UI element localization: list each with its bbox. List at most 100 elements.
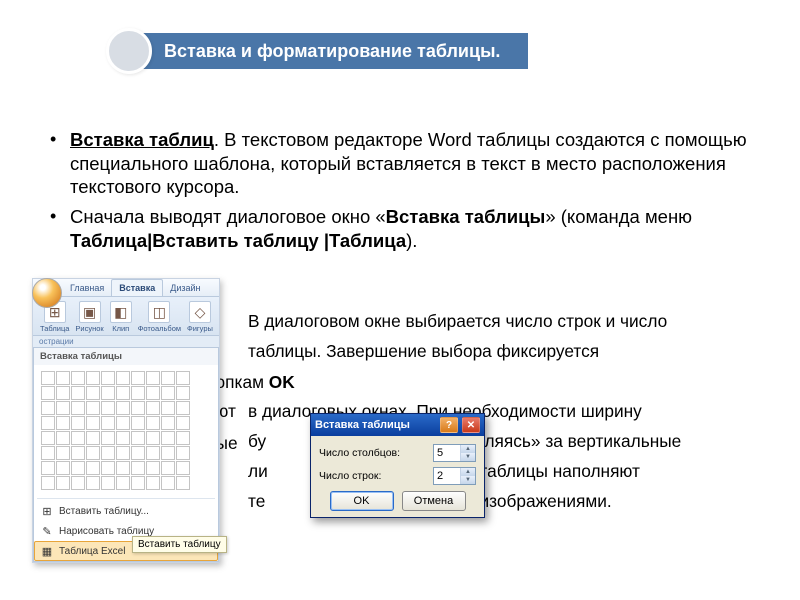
grid-cell[interactable] (56, 371, 70, 385)
grid-cell[interactable] (86, 446, 100, 460)
grid-cell[interactable] (86, 476, 100, 490)
grid-cell[interactable] (131, 371, 145, 385)
grid-cell[interactable] (176, 431, 190, 445)
grid-cell[interactable] (146, 431, 160, 445)
grid-cell[interactable] (41, 431, 55, 445)
grid-cell[interactable] (71, 476, 85, 490)
rows-input[interactable] (434, 468, 460, 484)
table-size-grid[interactable] (34, 365, 218, 496)
grid-cell[interactable] (86, 371, 100, 385)
grid-cell[interactable] (176, 461, 190, 475)
grid-cell[interactable] (131, 461, 145, 475)
office-button[interactable] (32, 278, 62, 308)
grid-cell[interactable] (146, 461, 160, 475)
grid-cell[interactable] (116, 386, 130, 400)
grid-cell[interactable] (131, 476, 145, 490)
grid-cell[interactable] (41, 446, 55, 460)
grid-cell[interactable] (176, 386, 190, 400)
cancel-button[interactable]: Отмена (402, 491, 466, 511)
grid-cell[interactable] (116, 371, 130, 385)
grid-cell[interactable] (71, 416, 85, 430)
grid-cell[interactable] (56, 401, 70, 415)
grid-cell[interactable] (86, 461, 100, 475)
grid-cell[interactable] (41, 461, 55, 475)
rows-down[interactable]: ▼ (461, 476, 475, 484)
grid-cell[interactable] (71, 446, 85, 460)
grid-cell[interactable] (161, 431, 175, 445)
grid-cell[interactable] (161, 446, 175, 460)
cols-input[interactable] (434, 445, 460, 461)
grid-cell[interactable] (101, 461, 115, 475)
grid-cell[interactable] (176, 371, 190, 385)
grid-cell[interactable] (116, 476, 130, 490)
grid-cell[interactable] (176, 416, 190, 430)
grid-cell[interactable] (86, 416, 100, 430)
grid-cell[interactable] (41, 476, 55, 490)
grid-cell[interactable] (41, 386, 55, 400)
grid-cell[interactable] (131, 446, 145, 460)
ok-button[interactable]: OK (330, 491, 394, 511)
tab-home[interactable]: Главная (63, 280, 111, 296)
close-button[interactable]: ✕ (462, 417, 480, 433)
grid-cell[interactable] (176, 446, 190, 460)
menu-insert-table[interactable]: ⊞ Вставить таблицу... (34, 501, 218, 521)
grid-cell[interactable] (71, 431, 85, 445)
grid-cell[interactable] (161, 401, 175, 415)
grid-cell[interactable] (116, 416, 130, 430)
grid-cell[interactable] (161, 386, 175, 400)
grid-cell[interactable] (101, 431, 115, 445)
grid-cell[interactable] (146, 386, 160, 400)
grid-cell[interactable] (56, 476, 70, 490)
ribbon-item-shapes[interactable]: ◇ Фигуры (184, 301, 216, 333)
cols-down[interactable]: ▼ (461, 453, 475, 461)
cols-spinner[interactable]: ▲ ▼ (433, 444, 476, 462)
grid-cell[interactable] (131, 386, 145, 400)
grid-cell[interactable] (56, 461, 70, 475)
grid-cell[interactable] (56, 386, 70, 400)
grid-cell[interactable] (101, 371, 115, 385)
grid-cell[interactable] (161, 371, 175, 385)
grid-cell[interactable] (131, 401, 145, 415)
grid-cell[interactable] (101, 401, 115, 415)
grid-cell[interactable] (161, 461, 175, 475)
cols-up[interactable]: ▲ (461, 445, 475, 453)
grid-cell[interactable] (56, 446, 70, 460)
grid-cell[interactable] (146, 401, 160, 415)
grid-cell[interactable] (176, 476, 190, 490)
grid-cell[interactable] (116, 401, 130, 415)
tab-design[interactable]: Дизайн (163, 280, 207, 296)
grid-cell[interactable] (41, 416, 55, 430)
grid-cell[interactable] (101, 416, 115, 430)
grid-cell[interactable] (101, 476, 115, 490)
grid-cell[interactable] (116, 431, 130, 445)
grid-cell[interactable] (116, 446, 130, 460)
grid-cell[interactable] (71, 401, 85, 415)
grid-cell[interactable] (161, 416, 175, 430)
grid-cell[interactable] (131, 431, 145, 445)
grid-cell[interactable] (131, 416, 145, 430)
grid-cell[interactable] (161, 476, 175, 490)
grid-cell[interactable] (176, 401, 190, 415)
grid-cell[interactable] (71, 371, 85, 385)
grid-cell[interactable] (56, 416, 70, 430)
grid-cell[interactable] (116, 461, 130, 475)
ribbon-item-clip[interactable]: ◧ Клип (107, 301, 135, 333)
grid-cell[interactable] (146, 371, 160, 385)
grid-cell[interactable] (101, 446, 115, 460)
grid-cell[interactable] (86, 431, 100, 445)
grid-cell[interactable] (86, 386, 100, 400)
grid-cell[interactable] (56, 431, 70, 445)
grid-cell[interactable] (146, 416, 160, 430)
grid-cell[interactable] (146, 476, 160, 490)
grid-cell[interactable] (101, 386, 115, 400)
grid-cell[interactable] (41, 401, 55, 415)
grid-cell[interactable] (71, 386, 85, 400)
rows-spinner[interactable]: ▲ ▼ (433, 467, 476, 485)
grid-cell[interactable] (41, 371, 55, 385)
tab-insert[interactable]: Вставка (111, 279, 163, 296)
ribbon-item-album[interactable]: ◫ Фотоальбом (135, 301, 184, 333)
grid-cell[interactable] (71, 461, 85, 475)
rows-up[interactable]: ▲ (461, 468, 475, 476)
help-button[interactable]: ? (440, 417, 458, 433)
grid-cell[interactable] (146, 446, 160, 460)
